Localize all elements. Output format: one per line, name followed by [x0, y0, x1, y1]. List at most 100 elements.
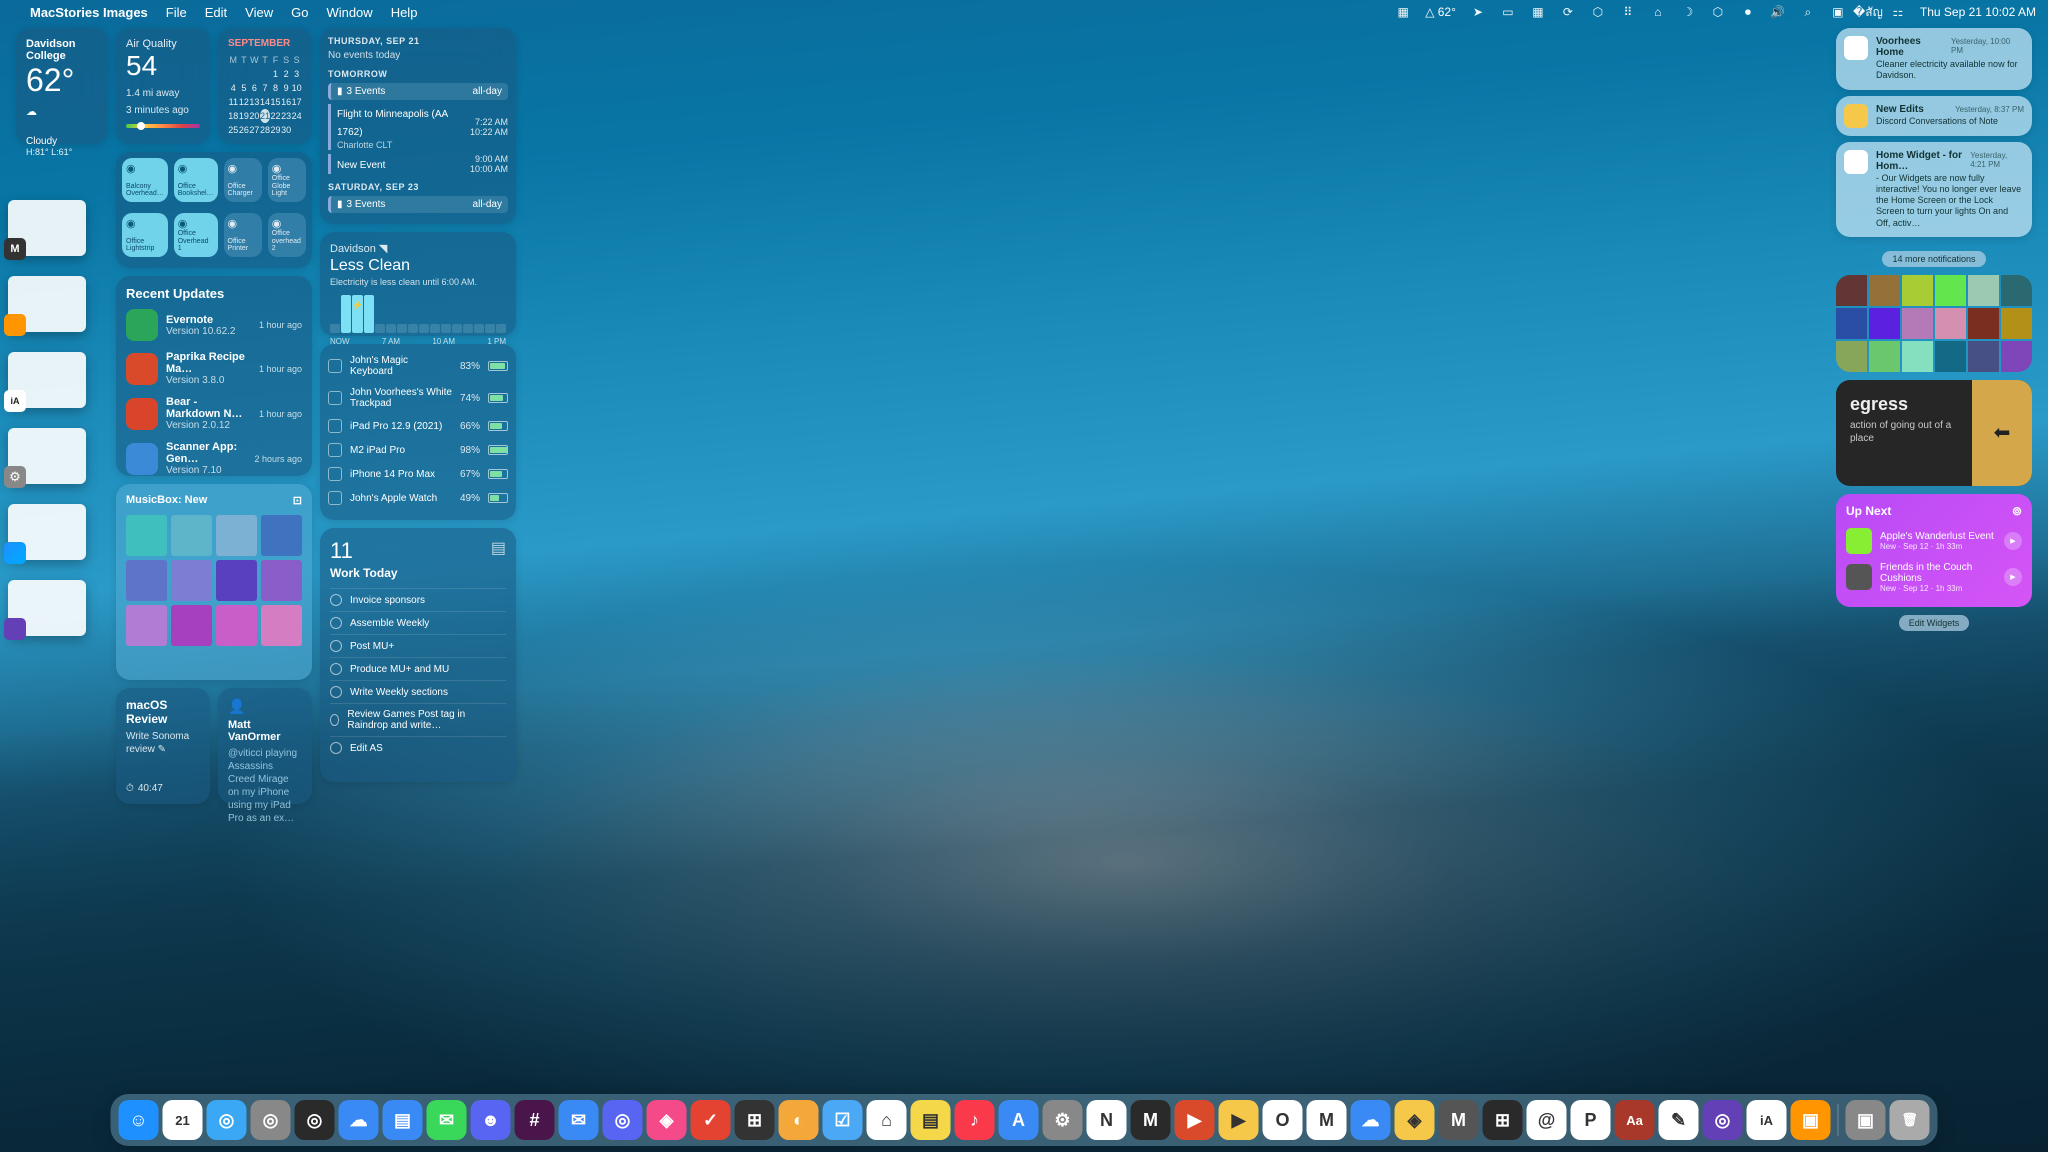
dock-app-todoist[interactable]: ✓ [691, 1100, 731, 1140]
dock-app-shortcuts[interactable]: ◈ [647, 1100, 687, 1140]
electricity-widget[interactable]: Davidson ◥ Less Clean Electricity is les… [320, 232, 516, 336]
play-button[interactable]: ▶ [2004, 568, 2022, 586]
stage-window-4[interactable] [8, 428, 86, 484]
home-tile[interactable]: ◉Office Lightstrip [122, 213, 168, 257]
checkbox[interactable] [330, 594, 342, 606]
album-art[interactable] [1935, 308, 1966, 339]
checkbox[interactable] [330, 640, 342, 652]
dock-app-appstore[interactable]: A [999, 1100, 1039, 1140]
album-art[interactable] [2001, 308, 2032, 339]
dock-app-orion[interactable]: ◎ [251, 1100, 291, 1140]
word-of-day-widget[interactable]: egressaction of going out of a place ⬅ [1836, 380, 2032, 486]
dock-app-grid[interactable]: ⊞ [1483, 1100, 1523, 1140]
todo-item[interactable]: Invoice sponsors [330, 588, 506, 611]
update-row[interactable]: EvernoteVersion 10.62.21 hour ago [126, 309, 302, 341]
album-art[interactable] [1935, 341, 1966, 372]
album-art[interactable] [171, 560, 212, 601]
status-sync-icon[interactable]: ⟳ [1560, 4, 1576, 20]
status-control-center-icon[interactable]: ⚏ [1890, 4, 1906, 20]
edit-widgets-button[interactable]: Edit Widgets [1899, 615, 1970, 631]
home-tile[interactable]: ◉Balcony Overhead… [122, 158, 168, 202]
air-quality-widget[interactable]: Air Quality 54 1.4 mi away 3 minutes ago [116, 28, 210, 144]
dock-app-freeform[interactable]: ✎ [1659, 1100, 1699, 1140]
todo-item[interactable]: Produce MU+ and MU [330, 657, 506, 680]
dock-app-home[interactable]: ⌂ [867, 1100, 907, 1140]
dock-app-notes[interactable]: ▤ [911, 1100, 951, 1140]
app-menu[interactable]: MacStories Images [30, 5, 148, 20]
dock-app-settings[interactable]: ⚙ [1043, 1100, 1083, 1140]
recent-updates-widget[interactable]: Recent Updates EvernoteVersion 10.62.21 … [116, 276, 312, 476]
home-tile[interactable]: ◉Office Globe Light [268, 158, 306, 202]
todo-item[interactable]: Assemble Weekly [330, 611, 506, 634]
menu-go[interactable]: Go [291, 5, 308, 20]
dock-app-photo[interactable]: ▣ [1846, 1100, 1886, 1140]
home-tile[interactable]: ◉Office overhead 2 [268, 213, 306, 257]
todo-item[interactable]: Review Games Post tag in Raindrop and wr… [330, 703, 506, 736]
dock-app-m-app[interactable]: M [1131, 1100, 1171, 1140]
menu-file[interactable]: File [166, 5, 187, 20]
podcast-row[interactable]: Friends in the Couch CushionsNew · Sep 1… [1846, 558, 2022, 597]
dock-app-timery[interactable]: ◐ [779, 1100, 819, 1140]
dock-app-finder[interactable]: ☺ [119, 1100, 159, 1140]
dock-app-books[interactable]: ▣ [1791, 1100, 1831, 1140]
dock-app-bear[interactable]: ▶ [1219, 1100, 1259, 1140]
status-screenmirror-icon[interactable]: ▣ [1830, 4, 1846, 20]
reminders-widget[interactable]: 11▤ Work Today Invoice sponsorsAssemble … [320, 528, 516, 782]
checkbox[interactable] [330, 663, 342, 675]
album-art[interactable] [261, 560, 302, 601]
home-tile[interactable]: ◉Office Charger [224, 158, 262, 202]
menu-edit[interactable]: Edit [205, 5, 227, 20]
weather-widget[interactable]: Davidson College 62° ☁︎ Cloudy H:81° L:6… [16, 28, 108, 144]
album-art[interactable] [261, 605, 302, 646]
dock-app-obsidian[interactable]: ◎ [295, 1100, 335, 1140]
home-tile[interactable]: ◉Office Bookshel… [174, 158, 218, 202]
home-tile[interactable]: ◉Office Printer [224, 213, 262, 257]
dock-app-fantastical[interactable]: ⊞ [735, 1100, 775, 1140]
album-art[interactable] [1968, 341, 1999, 372]
menu-window[interactable]: Window [326, 5, 372, 20]
album-art[interactable] [2001, 275, 2032, 306]
status-shield-icon[interactable]: ⬡ [1590, 4, 1606, 20]
dock-app-mail[interactable]: ✉ [559, 1100, 599, 1140]
dock-app-discord2[interactable]: ◎ [603, 1100, 643, 1140]
album-art[interactable] [1902, 275, 1933, 306]
status-weather[interactable]: △ 62° [1425, 5, 1456, 19]
checkbox[interactable] [330, 617, 342, 629]
dock-app-slack[interactable]: # [515, 1100, 555, 1140]
album-art[interactable] [2001, 341, 2032, 372]
update-row[interactable]: Scanner App: Gen…Version 7.102 hours ago [126, 441, 302, 476]
stage-window-1[interactable] [8, 200, 86, 256]
dock-app-o-app[interactable]: O [1263, 1100, 1303, 1140]
dock-app-notion[interactable]: N [1087, 1100, 1127, 1140]
checkbox[interactable] [330, 714, 339, 726]
update-row[interactable]: Bear - Markdown N…Version 2.0.121 hour a… [126, 396, 302, 431]
dock-app-p-app[interactable]: P [1571, 1100, 1611, 1140]
musicbox-widget[interactable]: MusicBox: New⊡ [116, 484, 312, 680]
more-notifications-pill[interactable]: 14 more notifications [1882, 251, 1985, 267]
stage-window-6[interactable] [8, 580, 86, 636]
todo-item[interactable]: Edit AS [330, 736, 506, 759]
album-art[interactable] [171, 515, 212, 556]
dock-app-cloud[interactable]: ☁ [1351, 1100, 1391, 1140]
dock-app-threads[interactable]: @ [1527, 1100, 1567, 1140]
dock-app-calendar[interactable]: 21 [163, 1100, 203, 1140]
dock-app-m2-app[interactable]: M [1307, 1100, 1347, 1140]
status-hazeover-icon[interactable]: ▦ [1395, 4, 1411, 20]
dock-app-readwise[interactable]: ▶ [1175, 1100, 1215, 1140]
status-grid-icon[interactable]: ⠿ [1620, 4, 1636, 20]
album-art[interactable] [126, 515, 167, 556]
album-art[interactable] [1869, 308, 1900, 339]
album-art[interactable] [216, 515, 257, 556]
dock-app-trash[interactable]: 🗑 [1890, 1100, 1930, 1140]
dock-app-files[interactable]: ▤ [383, 1100, 423, 1140]
update-row[interactable]: Paprika Recipe Ma…Version 3.8.01 hour ag… [126, 351, 302, 386]
status-dropbox-icon[interactable]: ⬡ [1710, 4, 1726, 20]
status-home-icon[interactable]: ⌂ [1650, 4, 1666, 20]
status-mic-icon[interactable]: ⏺ [1740, 4, 1756, 20]
dock-app-ia[interactable]: iA [1747, 1100, 1787, 1140]
dock-app-things[interactable]: ☑ [823, 1100, 863, 1140]
stage-window-2[interactable] [8, 276, 86, 332]
checkbox[interactable] [330, 686, 342, 698]
calendar-events-widget[interactable]: THURSDAY, SEP 21 No events today TOMORRO… [320, 28, 516, 224]
album-art[interactable] [1836, 308, 1867, 339]
